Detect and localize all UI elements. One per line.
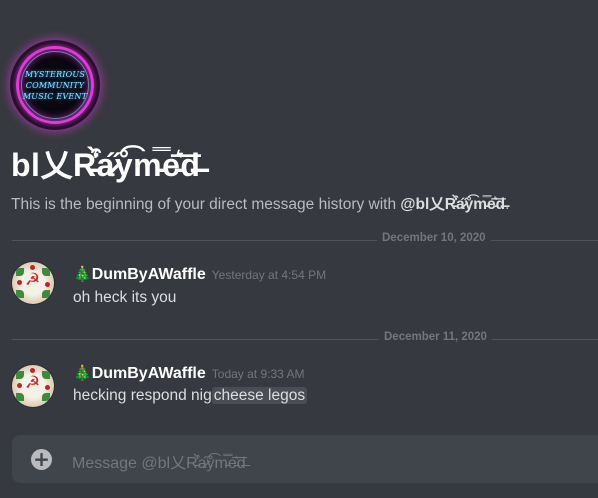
message-content: hecking respond nig cheese legos [73, 387, 308, 405]
highlighted-text: cheese legos [211, 387, 308, 404]
message-input[interactable]: Message @bl乂R̵͒̾̀a̷̋ẙ͡m̵̿e̵͛͞d̶ [72, 449, 246, 473]
date-divider: December 10, 2020 [12, 232, 598, 244]
plus-circle-icon[interactable]: + [31, 449, 52, 470]
message-composer[interactable]: + Message @bl乂R̵͒̾̀a̷̋ẙ͡m̵̿e̵͛͞d̶ [12, 435, 598, 483]
intro-mention[interactable]: @bl乂R̵͒̾̀a̷̋ẙ͡m̵̿e̵͛͞d̶ [400, 196, 505, 213]
date-divider-label: December 11, 2020 [379, 331, 492, 343]
hammer-sickle-icon: ☭ [25, 270, 41, 290]
message-text: hecking respond nig [73, 387, 212, 404]
christmas-tree-icon: 🎄 [73, 265, 92, 283]
channel-avatar: MYSTERIOUS COMMUNITY MUSIC EVENT [12, 42, 98, 128]
channel-intro: This is the beginning of your direct mes… [11, 192, 509, 214]
message-timestamp: Today at 9:33 AM [211, 367, 305, 381]
avatar-label-line: MYSTERIOUS [24, 70, 86, 79]
message-author[interactable]: DumByAWaffle [92, 365, 206, 382]
message-timestamp: Yesterday at 4:54 PM [211, 268, 327, 282]
channel-title: bl乂R̵͒̾̀a̷̋ẙ͡m̵̿e̵͛͞d̶ [11, 147, 201, 183]
intro-text: This is the beginning of your direct mes… [11, 196, 401, 213]
user-avatar[interactable]: ☭ [12, 365, 54, 407]
avatar-label-line: COMMUNITY [25, 81, 85, 90]
message-header: 🎄DumByAWaffle Today at 9:33 AM [73, 363, 305, 383]
avatar-label-line: MUSIC EVENT [22, 92, 88, 101]
intro-suffix: . [505, 196, 510, 213]
message-author[interactable]: DumByAWaffle [92, 266, 206, 283]
user-avatar[interactable]: ☭ [12, 262, 54, 304]
message-header: 🎄DumByAWaffle Yesterday at 4:54 PM [73, 264, 326, 284]
date-divider-label: December 10, 2020 [377, 232, 491, 244]
avatar-label: MYSTERIOUS COMMUNITY MUSIC EVENT [12, 69, 98, 102]
christmas-tree-icon: 🎄 [73, 364, 92, 382]
date-divider: December 11, 2020 [12, 331, 598, 343]
hammer-sickle-icon: ☭ [25, 373, 41, 393]
message-content: oh heck its you [73, 289, 176, 307]
message-text: oh heck its you [73, 289, 177, 306]
